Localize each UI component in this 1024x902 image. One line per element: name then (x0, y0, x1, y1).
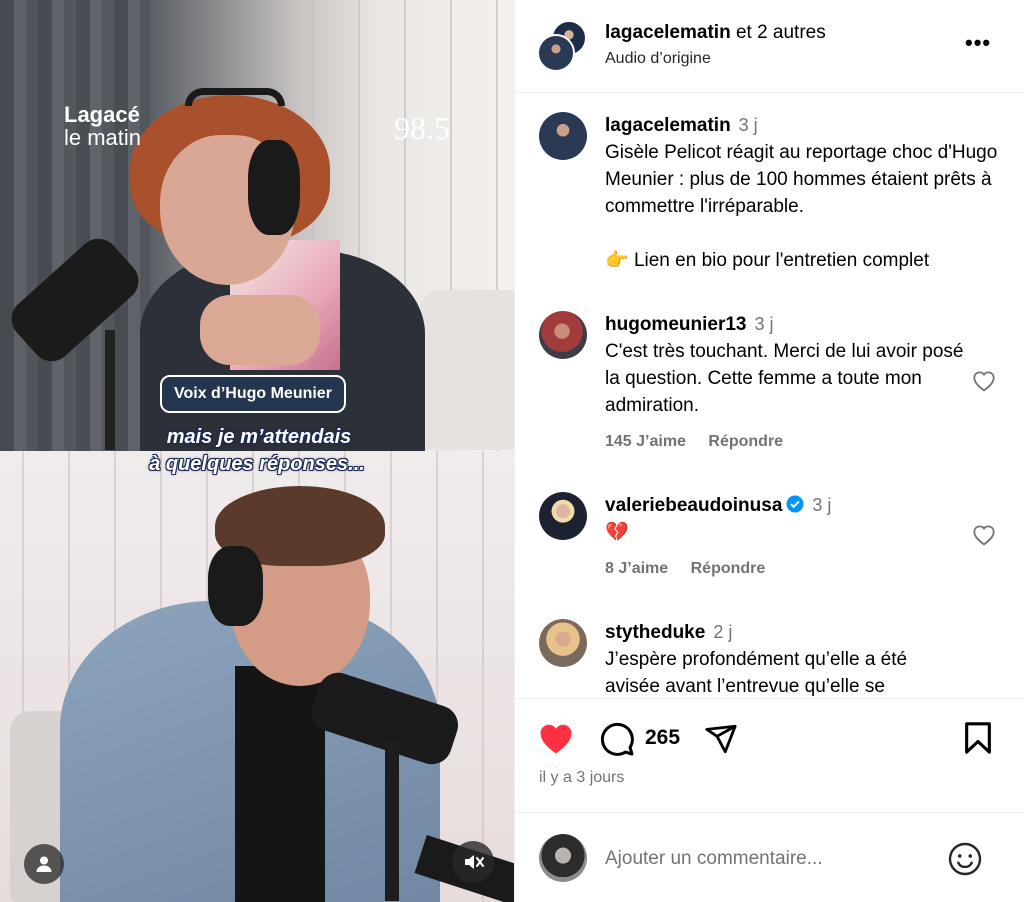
mute-toggle-button[interactable] (452, 841, 494, 883)
verified-badge-icon (786, 495, 804, 513)
voice-badge: Voix d’Hugo Meunier (160, 375, 346, 413)
heart-filled-icon[interactable] (537, 721, 575, 755)
commenter-avatar[interactable] (539, 492, 587, 540)
more-options-icon[interactable]: ••• (965, 30, 991, 56)
comment-likes[interactable]: 145 J’aime (605, 433, 686, 450)
share-send-icon[interactable] (703, 722, 739, 756)
comment-input[interactable] (605, 843, 935, 875)
brand-line-1: Lagacé (64, 102, 140, 127)
comment-body: hugomeunier13 3 j C'est très touchant. Me… (605, 311, 965, 419)
comments-list[interactable]: lagacelematin 3 j Gisèle Pelicot réagit a… (515, 94, 1024, 698)
commenter-avatar[interactable] (539, 311, 587, 359)
commenter-avatar[interactable] (539, 619, 587, 667)
action-bar: 265 il y a 3 jours (515, 698, 1024, 812)
headphones (248, 140, 300, 235)
comment-body: stytheduke 2 j J’espère profondément qu’e… (605, 619, 965, 698)
headphones (208, 546, 263, 626)
comment-text: 💔 (605, 522, 629, 543)
video-bottom-panel (0, 451, 514, 902)
comment-meta: 145 J’aime Répondre (605, 433, 801, 451)
comment-time: 2 j (713, 622, 733, 642)
caption-link-line: 👉 Lien en bio pour l'entretien complet (605, 247, 1005, 274)
comment-username[interactable]: stytheduke (605, 622, 705, 643)
comment-meta: 8 J’aime Répondre (605, 560, 783, 578)
original-audio-link[interactable]: Audio d’origine (605, 50, 711, 68)
heart-outline-icon[interactable] (971, 522, 997, 546)
show-logo: Lagacé le matin (64, 103, 141, 149)
caption-body: lagacelematin 3 j Gisèle Pelicot réagit a… (605, 112, 1005, 274)
comment-body: valeriebeaudoinusa 3 j 💔 (605, 492, 965, 546)
current-user-avatar (539, 834, 587, 882)
author-username[interactable]: lagacelematin (605, 22, 731, 43)
author-avatar[interactable] (539, 112, 587, 160)
user-icon (36, 856, 52, 872)
tagged-users-button[interactable] (24, 844, 64, 884)
comment-likes[interactable]: 8 J’aime (605, 560, 668, 577)
muted-speaker-icon (465, 855, 484, 869)
post-header: lagacelematin et 2 autres Audio d’origin… (515, 0, 1024, 93)
man-shirt (235, 666, 325, 902)
coauthors-text[interactable]: et 2 autres (731, 22, 826, 43)
caption-time: 3 j (738, 115, 758, 135)
comment-time: 3 j (812, 495, 832, 515)
comment-count: 265 (645, 726, 681, 749)
bookmark-icon[interactable] (963, 721, 993, 755)
mic-stand (385, 741, 399, 901)
comment-username[interactable]: hugomeunier13 (605, 314, 746, 335)
video-top-panel: Lagacé le matin 98.5 Voix d’Hugo Meunier (0, 0, 514, 451)
comment-text: C'est très touchant. Merci de lui avoir … (605, 341, 964, 416)
caption-line-2: à quelques réponses... (149, 453, 365, 475)
reply-button[interactable]: Répondre (691, 560, 766, 577)
post-sidebar: lagacelematin et 2 autres Audio d’origin… (514, 0, 1024, 902)
woman-hands (200, 295, 320, 365)
curtain-background (0, 0, 150, 451)
comment-username[interactable]: valeriebeaudoinusa (605, 495, 782, 516)
caption-line-1: mais je m’attendais (166, 426, 352, 448)
reel-video[interactable]: Lagacé le matin 98.5 Voix d’Hugo Meunier… (0, 0, 514, 902)
headphone-band (185, 88, 285, 106)
pointing-hand-icon: 👉 (605, 250, 629, 271)
emoji-picker-icon[interactable] (947, 841, 983, 877)
comment-bubble-icon[interactable] (599, 721, 635, 757)
station-logo: 98.5 (394, 110, 450, 146)
post-authors: lagacelematin et 2 autres (605, 22, 826, 44)
add-comment-bar (515, 812, 1024, 902)
caption-text: Gisèle Pelicot réagit au reportage choc … (605, 142, 998, 217)
comment-time: 3 j (754, 314, 774, 334)
brand-line-2: le matin (64, 125, 142, 151)
comment-text: J’espère profondément qu’elle a été avis… (605, 649, 908, 697)
reply-button[interactable]: Répondre (708, 433, 783, 450)
caption-link-text: Lien en bio pour l'entretien complet (628, 250, 930, 271)
post-timestamp[interactable]: il y a 3 jours (539, 769, 624, 787)
author-avatar[interactable] (537, 34, 575, 72)
heart-outline-icon[interactable] (971, 368, 997, 392)
caption-username[interactable]: lagacelematin (605, 115, 731, 136)
